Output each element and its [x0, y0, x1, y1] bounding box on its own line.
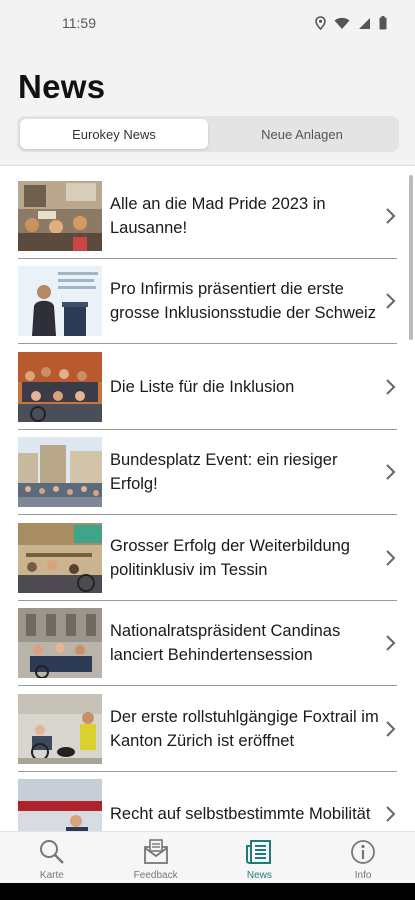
info-icon	[351, 840, 376, 864]
header: News Eurokey News Neue Anlagen	[0, 52, 415, 166]
status-icons	[315, 16, 387, 30]
news-item[interactable]: Pro Infirmis präsentiert die erste gross…	[0, 259, 415, 345]
news-source-switch: Eurokey News Neue Anlagen	[17, 116, 399, 152]
chevron-right-icon	[386, 806, 396, 822]
chevron-right-icon	[386, 721, 396, 737]
tab-news[interactable]: News	[208, 832, 312, 883]
tab-label: Feedback	[133, 870, 178, 881]
scrollbar[interactable]	[409, 175, 413, 340]
news-title: Pro Infirmis präsentiert die erste gross…	[110, 280, 376, 323]
signal-icon	[359, 17, 370, 29]
segment-neue-anlagen[interactable]: Neue Anlagen	[208, 119, 396, 149]
news-title: Grosser Erfolg der Weiterbildung politin…	[110, 536, 350, 579]
news-thumbnail	[18, 693, 102, 764]
chevron-right-icon	[386, 635, 396, 651]
news-title: Alle an die Mad Pride 2023 in Lausanne!	[110, 194, 326, 237]
news-list[interactable]: Alle an die Mad Pride 2023 in Lausanne! …	[0, 173, 415, 831]
news-item[interactable]: Grosser Erfolg der Weiterbildung politin…	[0, 515, 415, 601]
segment-eurokey-news[interactable]: Eurokey News	[20, 119, 208, 149]
status-bar: 11:59	[0, 0, 415, 52]
tab-label: News	[246, 870, 272, 881]
chevron-right-icon	[386, 293, 396, 309]
news-thumbnail	[18, 437, 102, 508]
location-icon	[315, 16, 326, 30]
news-thumbnail	[18, 522, 102, 593]
system-navigation-bar	[0, 883, 415, 900]
tab-label: Info	[354, 870, 372, 881]
news-item[interactable]: Recht auf selbstbestimmte Mobilität	[0, 772, 415, 831]
tab-info[interactable]: Info	[311, 832, 415, 883]
news-item[interactable]: Alle an die Mad Pride 2023 in Lausanne!	[0, 173, 415, 259]
news-item[interactable]: Der erste rollstuhlgängige Foxtrail im K…	[0, 686, 415, 772]
news-thumbnail	[18, 351, 102, 422]
chevron-right-icon	[386, 379, 396, 395]
news-item[interactable]: Bundesplatz Event: ein riesiger Erfolg!	[0, 430, 415, 516]
wifi-icon	[334, 17, 350, 29]
chevron-right-icon	[386, 208, 396, 224]
news-thumbnail	[18, 266, 102, 337]
tab-karte[interactable]: Karte	[0, 832, 104, 883]
news-thumbnail	[18, 608, 102, 679]
bottom-tab-bar: Karte Feedback News Info	[0, 831, 415, 883]
news-title: Der erste rollstuhlgängige Foxtrail im K…	[110, 707, 379, 750]
news-title: Bundesplatz Event: ein riesiger Erfolg!	[110, 451, 338, 494]
newspaper-icon	[246, 840, 272, 864]
battery-icon	[379, 16, 387, 30]
news-item[interactable]: Die Liste für die Inklusion	[0, 344, 415, 430]
news-thumbnail	[18, 779, 102, 831]
news-item[interactable]: Nationalratspräsident Candinas lanciert …	[0, 601, 415, 687]
status-time: 11:59	[62, 15, 96, 31]
news-title: Die Liste für die Inklusion	[110, 377, 295, 396]
page-title: News	[18, 68, 106, 105]
news-thumbnail	[18, 180, 102, 251]
news-title: Nationalratspräsident Candinas lanciert …	[110, 622, 341, 665]
chevron-right-icon	[386, 550, 396, 566]
feedback-icon	[143, 839, 168, 864]
tab-label: Karte	[39, 870, 64, 881]
search-icon	[39, 840, 64, 864]
tab-feedback[interactable]: Feedback	[104, 832, 208, 883]
news-title: Recht auf selbstbestimmte Mobilität	[110, 805, 371, 824]
chevron-right-icon	[386, 464, 396, 480]
